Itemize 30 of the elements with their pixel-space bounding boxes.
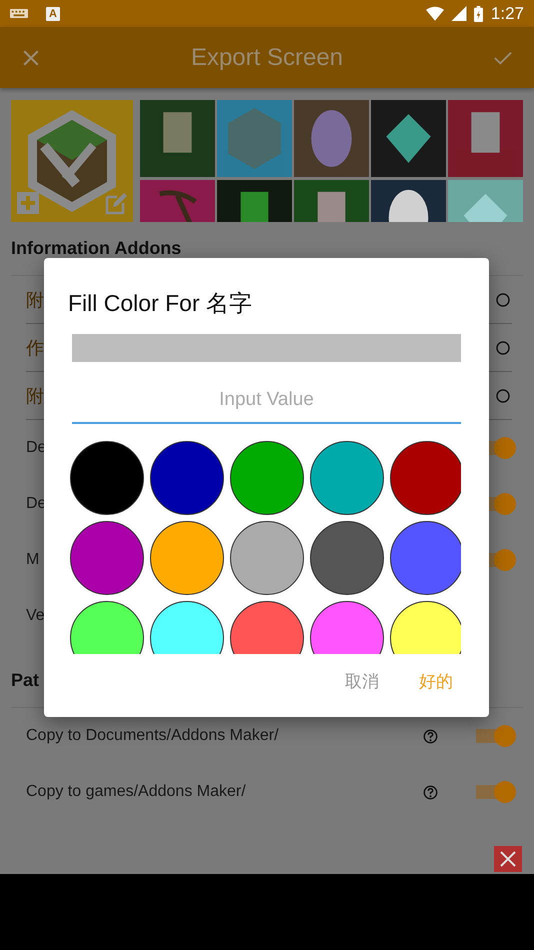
section-title: Information Addons <box>11 238 182 258</box>
setting-label: Copy to games/Addons Maker/ <box>26 783 246 801</box>
close-icon[interactable] <box>494 846 522 872</box>
field-label: 作 <box>26 336 44 360</box>
help-icon[interactable] <box>496 388 510 402</box>
keyboard-icon <box>10 9 28 18</box>
color-swatch[interactable] <box>150 601 224 654</box>
wifi-icon <box>426 6 444 21</box>
color-swatch[interactable] <box>310 601 384 654</box>
field-label: 附 <box>26 384 44 408</box>
notification-icon: A <box>46 6 60 20</box>
dialog-title: Fill Color For 名字 <box>68 289 254 318</box>
screen-title: Export Screen <box>190 44 344 72</box>
clock-time: 1:27 <box>490 4 524 24</box>
cancel-button[interactable]: 取消 <box>337 664 387 699</box>
setting-label: Copy to Documents/Addons Maker/ <box>26 727 279 745</box>
help-icon[interactable] <box>423 784 438 800</box>
battery-icon <box>474 6 483 22</box>
section-title: Pat <box>11 670 40 690</box>
help-icon[interactable] <box>496 340 510 354</box>
color-swatch[interactable] <box>70 601 144 654</box>
input-field[interactable]: Input Value <box>72 378 461 424</box>
help-icon[interactable] <box>423 728 438 744</box>
setting-label: M <box>26 551 40 569</box>
help-icon[interactable] <box>496 292 510 306</box>
setting-label: Ve <box>26 607 45 625</box>
color-swatch[interactable] <box>230 601 304 654</box>
field-label: 附 <box>26 288 44 312</box>
confirm-button[interactable]: 好的 <box>411 664 461 699</box>
signal-icon <box>450 6 468 21</box>
